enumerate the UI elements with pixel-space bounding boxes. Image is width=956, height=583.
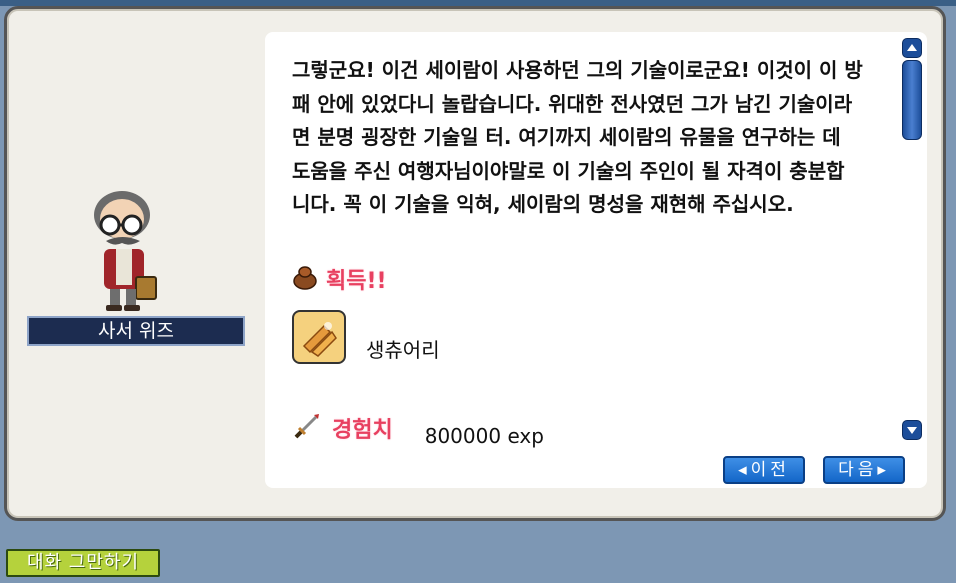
dialog-line: 패 안에 있었다니 놀랍습니다. 위대한 전사였던 그가 남긴 기술이라 [292, 91, 853, 116]
reward-exp: 경험치 800000 exp [292, 408, 544, 448]
dialog-text: 그렇군요! 이건 세이람이 사용하던 그의 기술이로군요! 이것이 이 방 패 … [292, 54, 902, 222]
bag-icon [292, 264, 318, 294]
item-name: 생츄어리 [366, 337, 440, 362]
reward-acquire-header: 획득!! [292, 262, 387, 296]
skill-book-icon[interactable] [292, 310, 346, 364]
scroll-up-button[interactable] [902, 38, 922, 58]
npc-librarian-sprite [94, 191, 157, 311]
scroll-down-button[interactable] [902, 420, 922, 440]
dialog-scrollbar[interactable] [900, 36, 924, 442]
dialog-line: 그렇군요! 이건 세이람이 사용하던 그의 기술이로군요! 이것이 이 방 [292, 58, 863, 82]
dialog-line: 도움을 주신 여행자님이야말로 이 기술의 주인이 될 자격이 충분합 [292, 158, 845, 183]
npc-portrait [82, 185, 172, 315]
chevron-down-icon [907, 427, 917, 434]
prev-button[interactable]: ◂이전 [723, 456, 805, 484]
reward-item[interactable]: 생츄어리 [292, 308, 440, 366]
scroll-thumb[interactable] [902, 60, 922, 140]
next-button[interactable]: 다음▸ [823, 456, 905, 484]
chevron-up-icon [907, 44, 917, 51]
acquire-label: 획득!! [326, 269, 387, 294]
dialog-line: 니다. 꼭 이 기술을 익혀, 세이람의 명성을 재현해 주십시오. [292, 192, 794, 216]
exp-label: 경험치 [332, 418, 393, 443]
sword-icon [292, 411, 322, 445]
end-chat-button[interactable]: 대화 그만하기 [6, 549, 160, 577]
npc-name-plate: 사서 위즈 [27, 316, 245, 346]
exp-value: 800000 exp [424, 424, 544, 448]
dialog-line: 면 분명 굉장한 기술일 터. 여기까지 세이람의 유물을 연구하는 데 [292, 125, 841, 149]
